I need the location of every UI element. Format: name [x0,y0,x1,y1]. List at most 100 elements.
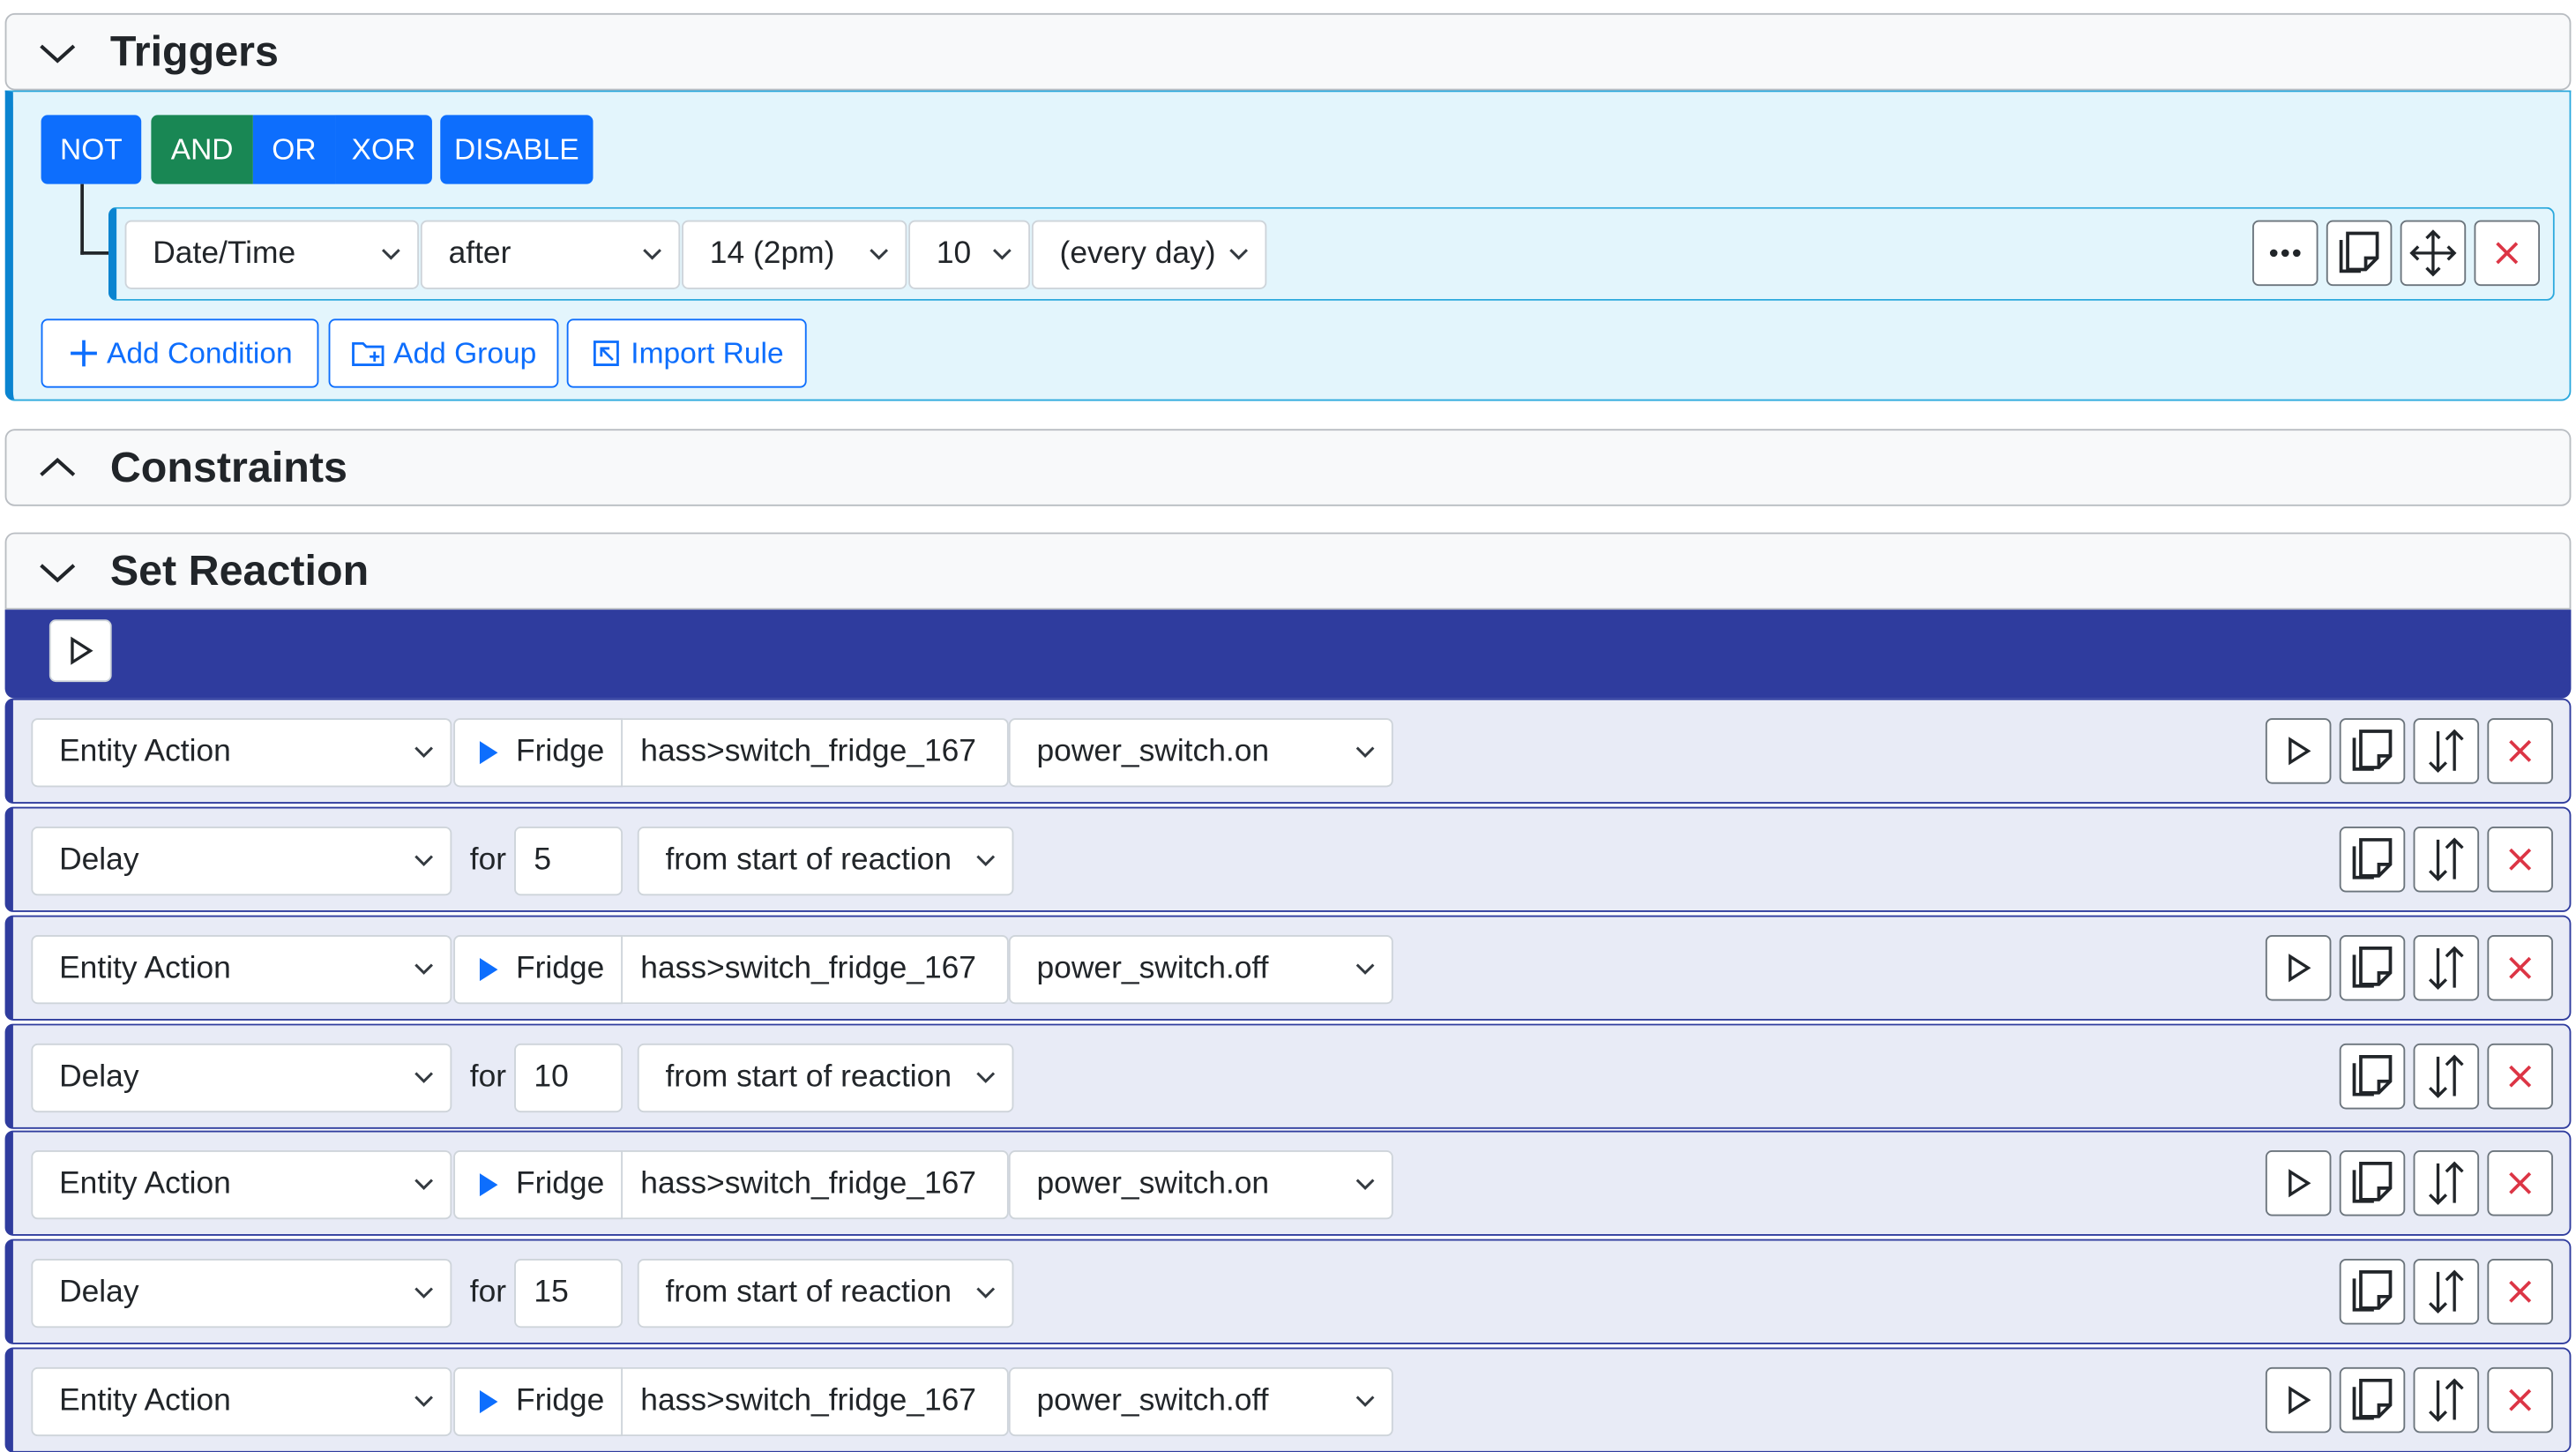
delay-mode-select[interactable]: from start of reaction [637,1258,1014,1329]
entity-name: Fridge [515,1383,605,1418]
add-group-label: Add Group [393,335,537,370]
copy-icon [2352,1270,2393,1312]
service-select[interactable]: power_switch.off [1008,1366,1393,1437]
service-select[interactable]: power_switch.on [1008,1150,1393,1220]
constraints-header[interactable]: Constraints [4,429,2572,506]
chevron-down-icon[interactable] [38,32,78,71]
for-label: for [469,1275,507,1310]
action-type-select[interactable]: Entity Action [31,1150,452,1220]
copy-icon [2352,1054,2393,1096]
delay-seconds-input[interactable]: 10 [514,1043,623,1113]
ellipsis-icon [2269,249,2301,258]
import-rule-button[interactable]: Import Rule [566,318,807,388]
add-condition-button[interactable]: Add Condition [41,318,319,388]
copy-button[interactable] [2339,1150,2406,1216]
action-type-select[interactable]: Delay [31,1043,452,1113]
days-select[interactable]: (every day) [1031,220,1267,289]
remove-button[interactable] [2487,934,2553,1001]
reorder-button[interactable] [2413,718,2480,784]
remove-button[interactable] [2474,220,2541,287]
hour-select[interactable]: 14 (2pm) [682,220,907,289]
action-type-value: Entity Action [59,1166,231,1201]
play-icon [479,1389,498,1414]
delay-seconds-input[interactable]: 5 [514,827,623,896]
copy-button[interactable] [2339,1258,2406,1325]
entity-picker[interactable]: Fridge hass>switch_fridge_167 [453,718,1009,788]
operator-select[interactable]: after [420,220,681,289]
action-row: Delay for 10 from start of reaction [4,1023,2572,1129]
chevron-down-icon[interactable] [38,551,78,591]
reaction-header[interactable]: Set Reaction [4,532,2572,610]
entity-name: Fridge [515,951,605,986]
delay-mode-value: from start of reaction [665,1275,952,1310]
entity-name-button[interactable]: Fridge [453,718,623,788]
or-button[interactable]: OR [252,115,336,184]
triggers-header[interactable]: Triggers [4,12,2572,91]
copy-button[interactable] [2326,220,2393,287]
remove-button[interactable] [2487,1043,2553,1110]
more-options-button[interactable] [2252,220,2318,287]
run-action-button[interactable] [2265,934,2332,1001]
copy-button[interactable] [2339,1043,2406,1110]
copy-button[interactable] [2339,934,2406,1001]
remove-button[interactable] [2487,1366,2553,1433]
reorder-button[interactable] [2413,827,2480,893]
remove-button[interactable] [2487,718,2553,784]
chevron-down-icon [992,249,1012,260]
add-group-button[interactable]: Add Group [328,318,559,388]
reorder-button[interactable] [2413,1366,2480,1433]
reorder-button[interactable] [2413,1258,2480,1325]
action-type-select[interactable]: Entity Action [31,1366,452,1437]
copy-button[interactable] [2339,827,2406,893]
reorder-button[interactable] [2413,1043,2480,1110]
chevron-down-icon [870,249,889,260]
not-button[interactable]: NOT [41,115,142,184]
remove-button[interactable] [2487,1258,2553,1325]
service-value: power_switch.off [1036,951,1269,986]
move-button[interactable] [2400,220,2467,287]
remove-button[interactable] [2487,827,2553,893]
minute-select[interactable]: 10 [908,220,1031,289]
service-select[interactable]: power_switch.on [1008,718,1393,788]
reorder-button[interactable] [2413,934,2480,1001]
action-row: Delay for 15 from start of reaction [4,1239,2572,1344]
and-button[interactable]: AND [151,115,253,184]
entity-picker[interactable]: Fridge hass>switch_fridge_167 [453,934,1009,1005]
xor-button[interactable]: XOR [335,115,432,184]
entity-name-button[interactable]: Fridge [453,1150,623,1220]
run-action-button[interactable] [2265,718,2332,784]
service-select[interactable]: power_switch.off [1008,934,1393,1005]
move-arrows-icon [2409,229,2457,277]
action-type-value: Delay [59,1059,139,1095]
entity-name-button[interactable]: Fridge [453,934,623,1005]
run-action-button[interactable] [2265,1366,2332,1433]
delay-mode-value: from start of reaction [665,842,952,878]
chevron-down-icon [643,249,661,260]
entity-id: hass>switch_fridge_167 [622,1150,1009,1220]
entity-picker[interactable]: Fridge hass>switch_fridge_167 [453,1150,1009,1220]
remove-button[interactable] [2487,1150,2553,1216]
copy-button[interactable] [2339,1366,2406,1433]
action-type-select[interactable]: Delay [31,1258,452,1329]
entity-id: hass>switch_fridge_167 [622,934,1009,1005]
action-type-select[interactable]: Entity Action [31,718,452,788]
chevron-down-icon [1229,249,1248,260]
run-reaction-button[interactable] [49,619,112,683]
entity-picker[interactable]: Fridge hass>switch_fridge_167 [453,1366,1009,1437]
reorder-button[interactable] [2413,1150,2480,1216]
chevron-up-icon[interactable] [38,448,78,488]
copy-button[interactable] [2339,718,2406,784]
sort-arrows-icon [2429,1054,2464,1098]
action-type-select[interactable]: Entity Action [31,934,452,1005]
chevron-down-icon [414,1287,433,1299]
run-action-button[interactable] [2265,1150,2332,1216]
action-type-select[interactable]: Delay [31,827,452,896]
entity-name: Fridge [515,1166,605,1201]
delay-seconds-input[interactable]: 15 [514,1258,623,1329]
delay-mode-select[interactable]: from start of reaction [637,827,1014,896]
delay-mode-select[interactable]: from start of reaction [637,1043,1014,1113]
condition-type-select[interactable]: Date/Time [124,220,420,289]
disable-button[interactable]: DISABLE [440,115,594,184]
entity-name-button[interactable]: Fridge [453,1366,623,1437]
import-rule-label: Import Rule [631,335,784,370]
